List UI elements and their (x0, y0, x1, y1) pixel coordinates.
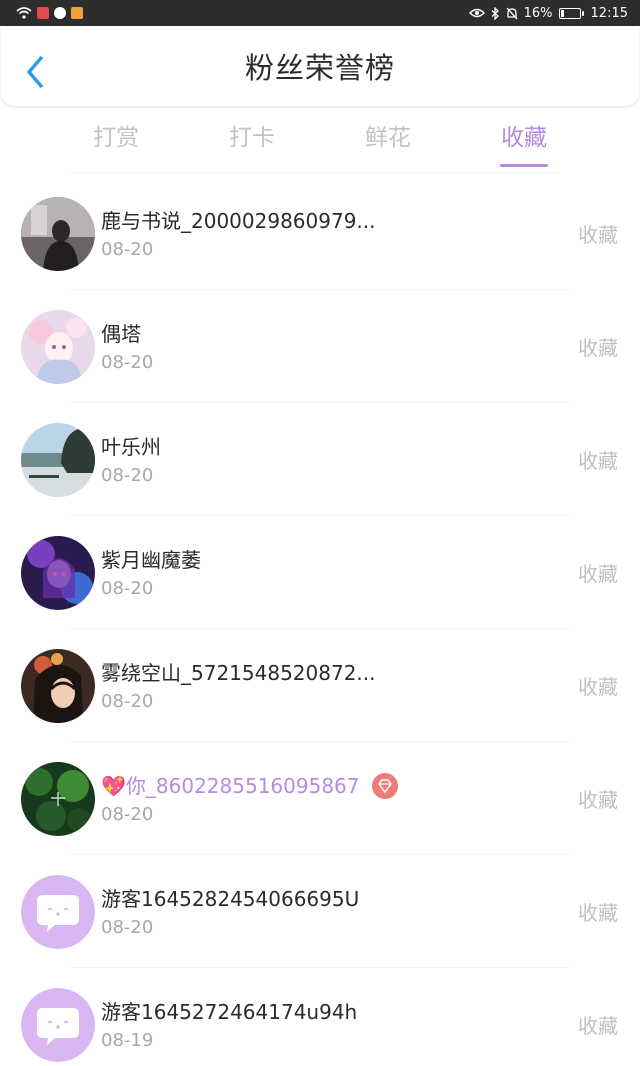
user-name: 紫月幽魔萎 (101, 548, 201, 572)
item-info: 雾绕空山_5721548520872... 08-20 (101, 659, 640, 712)
eye-icon (468, 8, 485, 18)
chevron-left-icon (27, 56, 43, 88)
user-name: 雾绕空山_5721548520872... (101, 661, 376, 685)
item-date: 08-20 (101, 465, 154, 486)
tab-checkin[interactable]: 打卡 (184, 109, 320, 169)
list-item[interactable]: 游客1645272464174u94h 08-19 收藏 (0, 968, 640, 1066)
action-label: 收藏 (578, 1014, 618, 1038)
list-item[interactable]: 💖 你_8602285516095867 08-20 收藏 (0, 742, 640, 855)
status-bar: 16% 12:15 (0, 0, 640, 26)
user-name: 游客1645272464174u94h (101, 1000, 358, 1024)
sparkle-heart-icon: 💖 (101, 774, 126, 798)
avatar (21, 196, 95, 271)
item-date: 08-20 (101, 917, 154, 938)
tab-favorites[interactable]: 收藏 (456, 109, 592, 169)
wifi-icon (16, 7, 32, 19)
avatar (21, 874, 95, 949)
list-item[interactable]: 紫月幽魔萎 08-20 收藏 (0, 516, 640, 629)
item-info: 偶塔 08-20 (101, 320, 640, 373)
mute-bell-icon (506, 7, 518, 19)
action-label: 收藏 (578, 562, 618, 586)
back-button[interactable] (21, 52, 49, 92)
list-item[interactable]: 游客1645282454066695U 08-20 收藏 (0, 855, 640, 968)
fan-list: 鹿与书说_2000029860979... 08-20 收藏 偶塔 08-20 … (0, 173, 640, 1066)
avatar (21, 761, 95, 836)
action-label: 收藏 (578, 336, 618, 360)
item-date: 08-20 (101, 239, 154, 260)
action-label: 收藏 (578, 223, 618, 247)
tab-tips[interactable]: 打赏 (48, 109, 184, 169)
status-left (16, 7, 83, 19)
tab-bar: 打赏 打卡 鲜花 收藏 (0, 106, 640, 172)
item-info: 💖 你_8602285516095867 08-20 (101, 772, 640, 825)
item-info: 游客1645272464174u94h 08-19 (101, 998, 640, 1051)
item-date: 08-19 (101, 1030, 154, 1051)
list-item[interactable]: 叶乐州 08-20 收藏 (0, 403, 640, 516)
header: 粉丝荣誉榜 (1, 26, 639, 106)
list-item[interactable]: 偶塔 08-20 收藏 (0, 290, 640, 403)
action-label: 收藏 (578, 675, 618, 699)
item-date: 08-20 (101, 352, 154, 373)
user-name-row: 💖 你_8602285516095867 (101, 772, 640, 800)
list-item[interactable]: 鹿与书说_2000029860979... 08-20 收藏 (0, 177, 640, 290)
item-date: 08-20 (101, 578, 154, 599)
action-label: 收藏 (578, 449, 618, 473)
user-name: 游客1645282454066695U (101, 887, 360, 911)
item-date: 08-20 (101, 691, 154, 712)
action-label: 收藏 (578, 788, 618, 812)
clock: 12:15 (590, 5, 628, 21)
battery-icon (558, 7, 584, 19)
app-notification-icon (37, 7, 49, 19)
avatar (21, 535, 95, 610)
item-date: 08-20 (101, 804, 154, 825)
action-label: 收藏 (578, 901, 618, 925)
item-info: 叶乐州 08-20 (101, 433, 640, 486)
user-name: 偶塔 (101, 322, 141, 346)
item-info: 紫月幽魔萎 08-20 (101, 546, 640, 599)
tab-flowers[interactable]: 鲜花 (320, 109, 456, 169)
bluetooth-icon (491, 6, 499, 20)
item-info: 游客1645282454066695U 08-20 (101, 885, 640, 938)
status-right: 16% 12:15 (468, 5, 628, 21)
item-info: 鹿与书说_2000029860979... 08-20 (101, 207, 640, 260)
list-item[interactable]: 雾绕空山_5721548520872... 08-20 收藏 (0, 629, 640, 742)
page-title: 粉丝荣誉榜 (244, 51, 395, 85)
avatar (21, 309, 95, 384)
avatar (21, 648, 95, 723)
globe-notification-icon (54, 7, 66, 19)
diamond-icon (371, 773, 398, 799)
avatar (21, 987, 95, 1062)
video-notification-icon (71, 7, 83, 19)
user-name: 你_8602285516095867 (125, 774, 360, 798)
battery-percent: 16% (523, 5, 553, 21)
user-name: 叶乐州 (101, 435, 161, 459)
avatar (21, 422, 95, 497)
user-name: 鹿与书说_2000029860979... (101, 209, 376, 233)
